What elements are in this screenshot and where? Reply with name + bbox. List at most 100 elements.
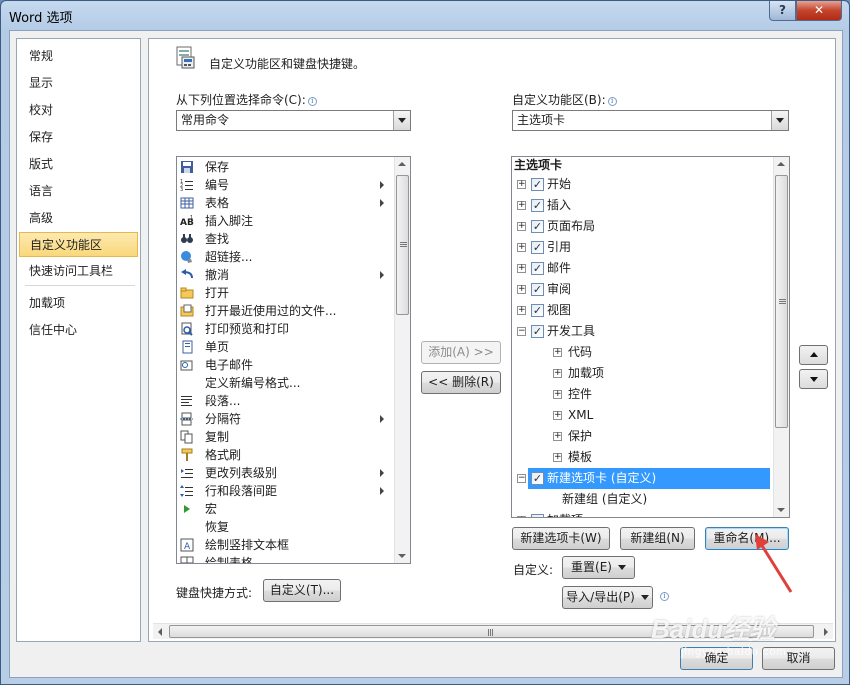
nav-item[interactable]: 显示	[19, 71, 138, 96]
scroll-down-icon[interactable]	[777, 508, 785, 512]
expand-icon[interactable]: +	[553, 411, 562, 420]
nav-item[interactable]: 校对	[19, 98, 138, 123]
nav-item[interactable]: 高级	[19, 206, 138, 231]
checkbox[interactable]: ✓	[531, 262, 544, 275]
commands-list[interactable]: 保存 1 2 3 编号 表格 AB 1 插入脚注 查找 超链接... 撤消 打开 打开最近使用过的文件..…	[176, 156, 411, 564]
expand-icon[interactable]: +	[553, 369, 562, 378]
command-list-item[interactable]: 复制	[177, 428, 397, 446]
ribbon-tree-scrollbar[interactable]	[773, 157, 789, 517]
scroll-thumb[interactable]	[775, 175, 788, 428]
command-list-item[interactable]: 打开	[177, 284, 397, 302]
chevron-down-icon[interactable]	[393, 111, 410, 130]
scroll-left-icon[interactable]	[158, 628, 162, 636]
checkbox[interactable]: ✓	[531, 325, 544, 338]
command-list-item[interactable]: 分隔符	[177, 410, 397, 428]
chevron-down-icon[interactable]	[771, 111, 788, 130]
ribbon-tab-item[interactable]: + ✓ 引用	[514, 237, 772, 258]
checkbox[interactable]: ✓	[531, 304, 544, 317]
nav-item[interactable]: 信任中心	[19, 318, 138, 343]
command-list-item[interactable]: 撤消	[177, 266, 397, 284]
customize-ribbon-combo[interactable]: 主选项卡	[512, 110, 789, 131]
checkbox[interactable]: ✓	[531, 472, 544, 485]
ribbon-tab-item[interactable]: + ✓加载项	[514, 510, 772, 517]
remove-button[interactable]: << 删除(R)	[421, 371, 501, 394]
checkbox[interactable]: ✓	[531, 514, 544, 517]
checkbox[interactable]: ✓	[531, 199, 544, 212]
nav-item[interactable]: 快速访问工具栏	[19, 259, 138, 284]
nav-item[interactable]: 版式	[19, 152, 138, 177]
collapse-icon[interactable]: −	[517, 327, 526, 336]
expand-icon[interactable]: +	[517, 180, 526, 189]
scroll-up-icon[interactable]	[777, 162, 785, 166]
commands-list-scrollbar[interactable]	[394, 157, 410, 563]
nav-item[interactable]: 常规	[19, 44, 138, 69]
nav-item[interactable]: 语言	[19, 179, 138, 204]
scroll-up-icon[interactable]	[398, 162, 406, 166]
command-list-item[interactable]: AB 1 插入脚注	[177, 212, 397, 230]
command-list-item[interactable]: 打印预览和打印	[177, 320, 397, 338]
scroll-down-icon[interactable]	[398, 554, 406, 558]
scroll-thumb[interactable]	[396, 175, 409, 315]
collapse-icon[interactable]: −	[517, 474, 526, 483]
command-list-item[interactable]: 段落...	[177, 392, 397, 410]
help-button[interactable]: ?	[769, 1, 796, 21]
command-list-item[interactable]: 绘制表格	[177, 554, 397, 563]
expand-icon[interactable]: +	[553, 453, 562, 462]
expand-icon[interactable]: +	[553, 348, 562, 357]
expand-icon[interactable]: +	[553, 432, 562, 441]
ribbon-group-item[interactable]: + XML	[514, 405, 772, 426]
expand-icon[interactable]: +	[517, 306, 526, 315]
expand-icon[interactable]: +	[517, 243, 526, 252]
command-list-item[interactable]: 保存	[177, 158, 397, 176]
expand-icon[interactable]: +	[517, 516, 526, 517]
choose-commands-combo[interactable]: 常用命令	[176, 110, 411, 131]
expand-icon[interactable]: +	[517, 222, 526, 231]
import-export-button[interactable]: 导入/导出(P)	[562, 586, 653, 609]
command-list-item[interactable]: 定义新编号格式...	[177, 374, 397, 392]
command-list-item[interactable]: 查找	[177, 230, 397, 248]
checkbox[interactable]: ✓	[531, 283, 544, 296]
command-list-item[interactable]: 行和段落间距	[177, 482, 397, 500]
ribbon-group-item[interactable]: + 模板	[514, 447, 772, 468]
ribbon-tab-item[interactable]: + ✓ 插入	[514, 195, 772, 216]
scroll-right-icon[interactable]	[824, 628, 828, 636]
checkbox[interactable]: ✓	[531, 241, 544, 254]
ribbon-tree[interactable]: 主选项卡 + ✓ 开始 + ✓ 插入 + ✓ 页面布局 + ✓ 引用 + ✓ 邮件 + ✓ 审阅 + ✓ 视图 − ✓ 开发工…	[511, 156, 790, 518]
ribbon-group-item[interactable]: + 代码	[514, 342, 772, 363]
command-list-item[interactable]: 更改列表级别	[177, 464, 397, 482]
ribbon-group-item[interactable]: + 加载项	[514, 363, 772, 384]
command-list-item[interactable]: 宏	[177, 500, 397, 518]
new-tab-button[interactable]: 新建选项卡(W)	[512, 527, 610, 550]
add-button[interactable]: 添加(A) >>	[421, 341, 501, 364]
expand-icon[interactable]: +	[517, 264, 526, 273]
ribbon-tab-item[interactable]: − ✓ 新建选项卡 (自定义)	[517, 468, 770, 489]
move-up-button[interactable]	[799, 345, 828, 365]
command-list-item[interactable]: 1 2 3 编号	[177, 176, 397, 194]
ribbon-tab-item[interactable]: − ✓ 开发工具	[514, 321, 772, 342]
nav-item[interactable]: 自定义功能区	[19, 232, 138, 257]
ribbon-tab-item[interactable]: + ✓ 邮件	[514, 258, 772, 279]
command-list-item[interactable]: 电子邮件	[177, 356, 397, 374]
command-list-item[interactable]: 格式刷	[177, 446, 397, 464]
command-list-item[interactable]: 打开最近使用过的文件...	[177, 302, 397, 320]
nav-item[interactable]: 加载项	[19, 291, 138, 316]
command-list-item[interactable]: 单页	[177, 338, 397, 356]
ribbon-group-item[interactable]: + 控件	[514, 384, 772, 405]
command-list-item[interactable]: 恢复	[177, 518, 397, 536]
ribbon-tab-item[interactable]: + ✓ 视图	[514, 300, 772, 321]
ribbon-group-item[interactable]: + 保护	[514, 426, 772, 447]
move-down-button[interactable]	[799, 369, 828, 389]
new-group-button[interactable]: 新建组(N)	[620, 527, 695, 550]
expand-icon[interactable]: +	[517, 285, 526, 294]
checkbox[interactable]: ✓	[531, 220, 544, 233]
customize-keyboard-button[interactable]: 自定义(T)...	[263, 579, 341, 602]
ribbon-tab-item[interactable]: + ✓ 页面布局	[514, 216, 772, 237]
reset-button[interactable]: 重置(E)	[562, 556, 635, 579]
nav-item[interactable]: 保存	[19, 125, 138, 150]
ribbon-tab-item[interactable]: + ✓ 审阅	[514, 279, 772, 300]
ribbon-group-item[interactable]: 新建组 (自定义)	[514, 489, 772, 510]
ribbon-tab-item[interactable]: + ✓ 开始	[514, 174, 772, 195]
expand-icon[interactable]: +	[517, 201, 526, 210]
command-list-item[interactable]: A 绘制竖排文本框	[177, 536, 397, 554]
command-list-item[interactable]: 表格	[177, 194, 397, 212]
